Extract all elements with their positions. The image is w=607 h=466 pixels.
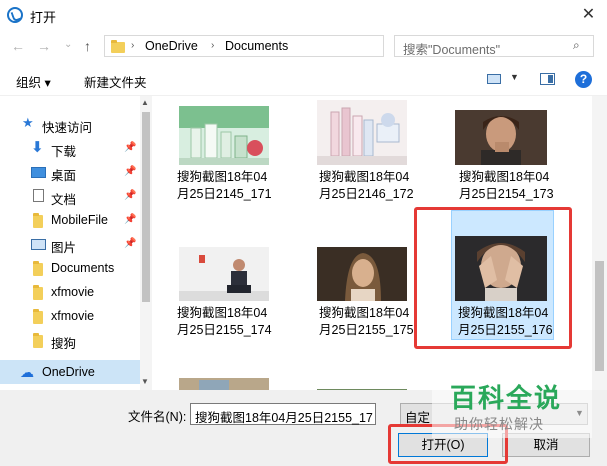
close-button[interactable]: ✕ bbox=[570, 0, 607, 30]
scroll-down-arrow[interactable]: ▼ bbox=[141, 377, 149, 386]
file-name-line: 月25日2154_173 bbox=[459, 187, 554, 201]
folder-icon bbox=[33, 261, 43, 276]
star-icon: ★ bbox=[22, 115, 34, 130]
watermark-slogan: 助你轻松解决 bbox=[454, 416, 544, 432]
file-name-line: 搜狗截图18年04 bbox=[319, 170, 410, 184]
file-name[interactable]: 搜狗截图18年04 月25日2155_174 bbox=[177, 305, 287, 339]
pin-icon: 📌 bbox=[124, 190, 137, 201]
sidebar-item-label: OneDrive bbox=[42, 365, 95, 379]
command-toolbar: 组织 ▾ 新建文件夹 ▼ ? bbox=[0, 62, 607, 96]
highlight-annotation bbox=[414, 207, 572, 349]
view-dropdown-icon[interactable]: ▼ bbox=[510, 72, 519, 82]
sogou-app-icon bbox=[7, 7, 23, 23]
sidebar-item-label: Documents bbox=[51, 261, 115, 275]
sidebar-item-documents[interactable]: 文档 📌 bbox=[0, 184, 140, 208]
sidebar-item-downloads[interactable]: ⬇ 下载 📌 bbox=[0, 136, 140, 160]
forward-button[interactable]: → bbox=[37, 38, 51, 54]
pin-icon: 📌 bbox=[124, 142, 137, 153]
sidebar-item-sogou[interactable]: 搜狗 bbox=[0, 328, 140, 352]
sidebar-item-label: xfmovie bbox=[51, 285, 95, 299]
file-thumbnail[interactable] bbox=[179, 106, 269, 165]
search-icon[interactable]: ⌕ bbox=[573, 38, 580, 53]
folder-icon bbox=[33, 285, 43, 300]
sidebar-item-xfmovie[interactable]: xfmovie bbox=[0, 304, 140, 328]
help-icon[interactable]: ? bbox=[575, 71, 592, 88]
filename-value: 搜狗截图18年04月25日2155_176 bbox=[195, 411, 373, 425]
breadcrumb-documents[interactable]: Documents bbox=[225, 39, 288, 53]
sidebar-item-label: 搜狗 bbox=[51, 337, 77, 351]
sidebar-item-desktop[interactable]: 桌面 📌 bbox=[0, 160, 140, 184]
watermark: 百科全说 助你轻松解决 bbox=[432, 378, 592, 438]
sidebar-item-label: 快速访问 bbox=[42, 121, 93, 135]
file-list: 搜狗截图18年04 月25日2145_171 搜狗截图18年04 月25日214… bbox=[152, 96, 607, 390]
folder-icon bbox=[33, 309, 43, 324]
file-name-line: 搜狗截图18年04 bbox=[459, 170, 550, 184]
search-input[interactable]: 搜索"Documents" ⌕ bbox=[394, 35, 594, 57]
sidebar-item-label: 下载 bbox=[51, 145, 77, 159]
folder-icon bbox=[33, 213, 43, 228]
sidebar-item-quick-access[interactable]: ★ 快速访问 bbox=[0, 112, 140, 136]
file-name-line: 月25日2155_175 bbox=[319, 323, 414, 337]
file-name-line: 月25日2146_172 bbox=[319, 187, 414, 201]
file-name[interactable]: 搜狗截图18年04 月25日2154_173 bbox=[459, 169, 569, 203]
folder-icon bbox=[111, 40, 125, 53]
breadcrumb-separator: › bbox=[211, 40, 215, 51]
file-thumbnail[interactable] bbox=[317, 100, 407, 165]
folder-icon bbox=[33, 333, 43, 348]
sidebar-item-xfmovie[interactable]: xfmovie bbox=[0, 280, 140, 304]
window-title: 打开 bbox=[30, 10, 57, 25]
pin-icon: 📌 bbox=[124, 166, 137, 177]
pin-icon: 📌 bbox=[124, 214, 137, 225]
navigation-pane: ★ 快速访问 ⬇ 下载 📌 桌面 📌 文档 📌 MobileFile 📌 图片 … bbox=[0, 96, 152, 390]
sidebar-item-label: 文档 bbox=[51, 193, 77, 207]
recent-locations-dropdown[interactable]: ⌄ bbox=[64, 39, 72, 50]
file-thumbnail[interactable] bbox=[455, 110, 547, 165]
document-icon bbox=[33, 189, 44, 202]
file-name-line: 月25日2145_171 bbox=[177, 187, 272, 201]
up-button[interactable]: ↑ bbox=[84, 38, 91, 54]
file-name-line: 月25日2155_174 bbox=[177, 323, 272, 337]
file-thumbnail[interactable] bbox=[179, 378, 269, 390]
filename-input[interactable]: 搜狗截图18年04月25日2155_176 bbox=[190, 403, 376, 425]
file-thumbnail[interactable] bbox=[317, 247, 407, 301]
breadcrumb-onedrive[interactable]: OneDrive bbox=[145, 39, 198, 53]
file-name[interactable]: 搜狗截图18年04 月25日2146_172 bbox=[319, 169, 429, 203]
download-icon: ⬇ bbox=[31, 139, 44, 156]
sidebar-item-mobilefile[interactable]: MobileFile 📌 bbox=[0, 208, 140, 232]
filename-label: 文件名(N): bbox=[128, 410, 187, 424]
file-list-scrollbar[interactable] bbox=[592, 96, 607, 390]
sidebar-item-label: 桌面 bbox=[51, 169, 77, 183]
file-name-line: 搜狗截图18年04 bbox=[319, 306, 410, 320]
sidebar-item-documents-folder[interactable]: Documents bbox=[0, 256, 140, 280]
breadcrumb-separator: › bbox=[131, 40, 135, 51]
new-folder-button[interactable]: 新建文件夹 bbox=[84, 72, 147, 91]
desktop-icon bbox=[31, 167, 46, 178]
sidebar-scrollbar[interactable]: ▲ ▼ bbox=[140, 96, 152, 390]
cloud-icon: ☁ bbox=[20, 364, 34, 380]
file-name[interactable]: 搜狗截图18年04 月25日2145_171 bbox=[177, 169, 287, 203]
file-name-line: 搜狗截图18年04 bbox=[177, 170, 268, 184]
organize-menu-button[interactable]: 组织 ▾ bbox=[16, 72, 51, 91]
file-name[interactable]: 搜狗截图18年04 月25日2155_175 bbox=[319, 305, 429, 339]
title-bar: 打开 ✕ bbox=[0, 0, 607, 30]
sidebar-scrollbar-thumb[interactable] bbox=[142, 112, 150, 302]
file-name-line: 搜狗截图18年04 bbox=[177, 306, 268, 320]
sidebar-item-onedrive[interactable]: ☁ OneDrive bbox=[0, 360, 140, 384]
sidebar-item-label: xfmovie bbox=[51, 309, 95, 323]
pictures-icon bbox=[31, 239, 46, 250]
file-thumbnail[interactable] bbox=[179, 247, 269, 301]
pin-icon: 📌 bbox=[124, 238, 137, 249]
watermark-brand: 百科全说 bbox=[450, 383, 563, 413]
sidebar-item-label: MobileFile bbox=[51, 213, 108, 227]
file-list-scrollbar-thumb[interactable] bbox=[595, 261, 604, 371]
sidebar-item-pictures[interactable]: 图片 📌 bbox=[0, 232, 140, 256]
search-placeholder: 搜索"Documents" bbox=[403, 43, 501, 57]
preview-pane-icon[interactable] bbox=[540, 73, 555, 85]
back-button[interactable]: ← bbox=[11, 38, 25, 54]
scroll-up-arrow[interactable]: ▲ bbox=[141, 98, 149, 107]
view-options-icon[interactable] bbox=[487, 74, 501, 84]
sidebar-item-label: 图片 bbox=[51, 241, 77, 255]
address-bar[interactable]: › OneDrive › Documents ⌄ ↻ bbox=[104, 35, 483, 57]
